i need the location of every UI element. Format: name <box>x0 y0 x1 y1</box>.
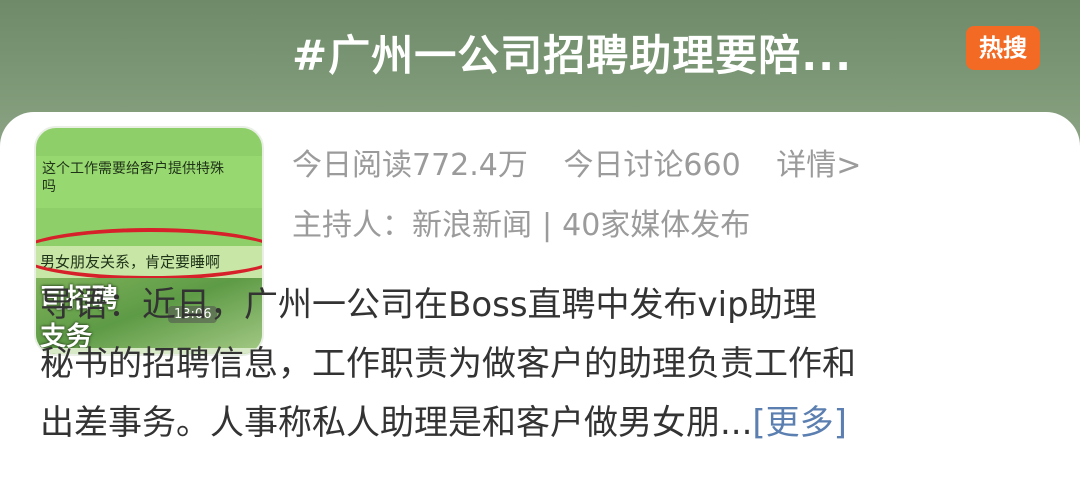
topic-host-line: 主持人：新浪新闻 | 40家媒体发布 <box>292 200 750 244</box>
topic-stats: 今日阅读772.4万 今日讨论660 详情> <box>292 140 887 184</box>
intro-line: 导语：近日，广州一公司在Boss直聘中发布vip助理 <box>40 285 817 325</box>
intro-line-text: 出差事务。人事称私人助理是和客户做男女朋... <box>40 403 753 443</box>
hot-search-badge: 热搜 <box>966 26 1040 70</box>
thumbnail-chat-text: 这个工作需要给客户提供特殊 <box>42 161 224 177</box>
details-link[interactable]: 详情> <box>776 148 861 183</box>
topic-intro: 导语：近日，广州一公司在Boss直聘中发布vip助理 秘书的招聘信息，工作职责为… <box>40 276 1040 453</box>
intro-line: 秘书的招聘信息，工作职责为做客户的助理负责工作和 <box>40 344 856 384</box>
intro-line-last: 出差事务。人事称私人助理是和客户做男女朋...[更多] <box>40 394 1040 453</box>
read-count: 今日阅读772.4万 <box>292 148 528 183</box>
host-name[interactable]: 主持人：新浪新闻 <box>292 208 532 243</box>
thumbnail-red-circle <box>36 228 262 280</box>
media-count: 40家媒体发布 <box>562 208 751 243</box>
discussion-count: 今日讨论660 <box>563 148 741 183</box>
host-separator: | <box>542 208 553 243</box>
thumbnail-chat-text-cont: 吗 <box>42 179 56 195</box>
topic-title[interactable]: #广州一公司招聘助理要陪... <box>292 22 942 83</box>
thumbnail-chat-bubble: 这个工作需要给客户提供特殊 吗 <box>36 156 262 208</box>
more-link[interactable]: [更多] <box>752 403 847 443</box>
